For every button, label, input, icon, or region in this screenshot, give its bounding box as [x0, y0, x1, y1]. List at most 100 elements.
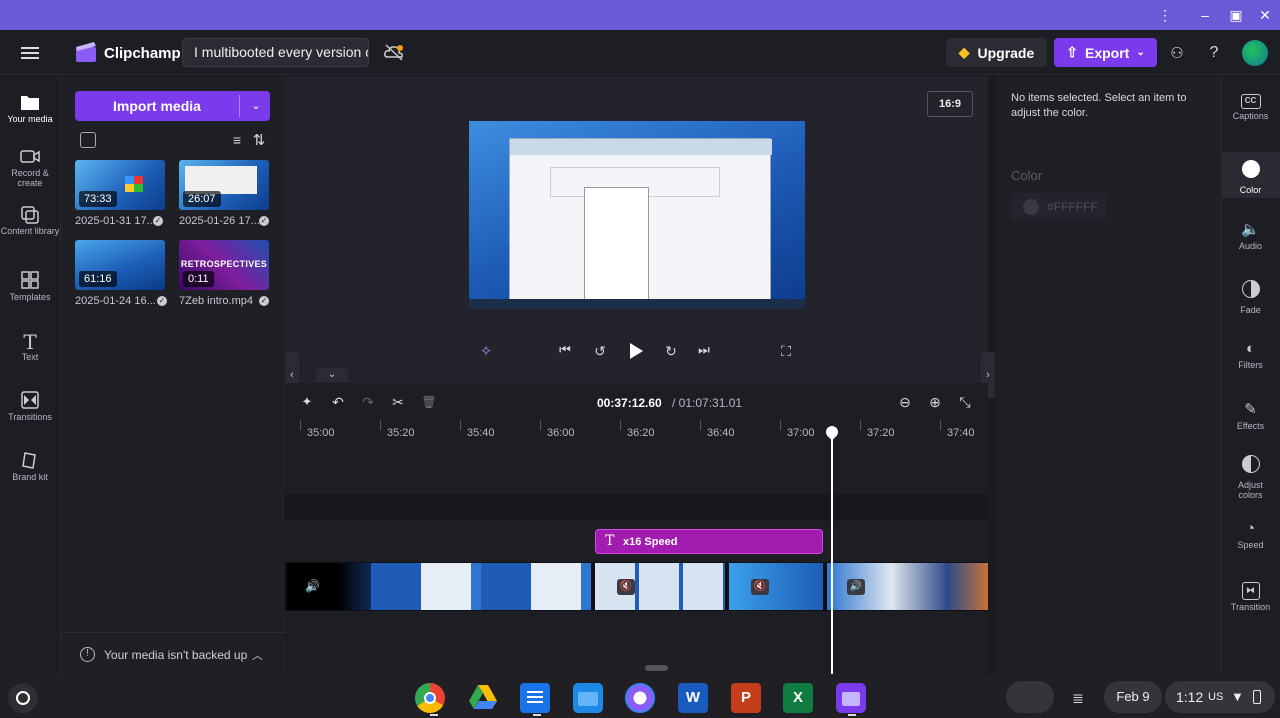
skip-back-icon[interactable]: ⏮	[556, 341, 574, 359]
clipchamp-logo-icon	[74, 40, 98, 64]
fit-timeline-icon[interactable]: ⤡	[956, 393, 974, 411]
clipchamp-taskbar-glyph	[842, 692, 860, 706]
minimize-icon[interactable]: –	[1196, 6, 1214, 24]
nav-filters[interactable]: ◐ Filters	[1221, 340, 1280, 370]
nav-speed[interactable]: ◔ Speed	[1221, 520, 1280, 550]
nav-record-create[interactable]: Record & create	[0, 142, 60, 200]
text-clip[interactable]: T x16 Speed	[595, 529, 823, 554]
powerpoint-icon[interactable]: P	[731, 683, 761, 713]
media-thumbnail[interactable]: 61:16	[75, 240, 165, 290]
duration-badge: 73:33	[79, 191, 117, 207]
transition-icon: ⧓	[1241, 582, 1260, 600]
fullscreen-icon[interactable]: ⛶	[776, 341, 796, 361]
project-title-input[interactable]: I multibooted every version of Windows	[182, 38, 369, 67]
magic-camera-icon[interactable]: ✧	[475, 340, 497, 362]
collapse-preview-icon[interactable]: ⌄	[316, 368, 348, 382]
ai-magic-icon[interactable]: ✦	[298, 393, 316, 411]
video-preview[interactable]	[469, 121, 805, 309]
forward-5-icon[interactable]: ↻	[661, 341, 681, 361]
delete-icon[interactable]: 🗑	[420, 393, 438, 411]
playlist-icon[interactable]: ≣	[1066, 687, 1090, 709]
volume-icon[interactable]: 🔊	[847, 579, 865, 595]
video-clip[interactable]: 🔇	[595, 563, 725, 610]
nav-label: Brand kit	[12, 472, 48, 482]
media-thumbnail[interactable]: 26:07	[179, 160, 269, 210]
ruler-label: 36:40	[707, 427, 735, 439]
more-options-icon[interactable]: ⋮	[1156, 6, 1174, 24]
nav-fade[interactable]: Fade	[1221, 280, 1280, 315]
split-scissors-icon[interactable]: ✂	[389, 393, 407, 411]
media-name: 2025-01-24 16...	[75, 295, 156, 307]
ruler-label: 35:00	[307, 427, 335, 439]
video-clip[interactable]: 🔊	[287, 563, 371, 610]
video-clip[interactable]	[371, 563, 591, 610]
word-icon[interactable]: W	[678, 683, 708, 713]
upgrade-button[interactable]: ◆ Upgrade	[946, 38, 1047, 67]
date-button[interactable]: Feb 9	[1104, 681, 1162, 713]
avatar[interactable]	[1242, 40, 1268, 66]
filter-icon[interactable]: ≡	[228, 131, 246, 149]
undo-icon[interactable]: ↶	[329, 393, 347, 411]
docs-lines	[527, 691, 543, 693]
play-icon[interactable]	[625, 340, 647, 362]
excel-icon[interactable]: X	[783, 683, 813, 713]
drive-icon[interactable]	[468, 683, 498, 713]
ruler-tick	[700, 420, 701, 430]
zoom-in-icon[interactable]: ⊕	[926, 393, 944, 411]
nav-brand-kit[interactable]: Brand kit	[0, 446, 60, 504]
launcher-button[interactable]	[8, 683, 38, 713]
color-field[interactable]: #FFFFFF	[1011, 193, 1106, 220]
playhead[interactable]	[831, 432, 833, 674]
docs-icon[interactable]	[520, 683, 550, 713]
check-icon: ✓	[259, 216, 269, 226]
mute-icon[interactable]: 🔇	[751, 579, 769, 595]
skip-forward-icon[interactable]: ⏭	[695, 341, 713, 359]
status-tray[interactable]: 1:12 US ▼	[1165, 681, 1275, 713]
photos-icon[interactable]	[625, 683, 655, 713]
files-icon[interactable]	[573, 683, 603, 713]
hamburger-menu-icon[interactable]	[18, 42, 42, 64]
rewind-5-icon[interactable]: ↺	[590, 341, 610, 361]
magic-wand-icon: ✎	[1244, 401, 1257, 418]
nav-templates[interactable]: Templates	[0, 266, 60, 324]
restore-icon[interactable]: ▣	[1227, 6, 1245, 24]
nav-transition[interactable]: ⧓ Transition	[1221, 580, 1280, 612]
clipchamp-taskbar-icon[interactable]	[836, 683, 866, 713]
nav-text[interactable]: T Text	[0, 326, 60, 384]
media-thumbnail[interactable]: RETROSPECTIVES 0:11	[179, 240, 269, 290]
volume-icon[interactable]: 🔊	[305, 579, 320, 593]
select-all-checkbox[interactable]	[80, 132, 96, 148]
color-swatch	[1023, 199, 1039, 215]
mute-icon[interactable]: 🔇	[617, 579, 635, 595]
nav-transitions[interactable]: Transitions	[0, 386, 60, 444]
help-icon[interactable]: ?	[1203, 42, 1225, 64]
close-icon[interactable]: ✕	[1256, 6, 1274, 24]
timeline-resize-handle[interactable]	[645, 665, 668, 671]
nav-audio[interactable]: 🔈 Audio	[1221, 220, 1280, 251]
nav-content-library[interactable]: Content library	[0, 200, 60, 258]
tray-screenshot-preview[interactable]	[1006, 681, 1054, 713]
media-thumbnail[interactable]: 73:33	[75, 160, 165, 210]
chevron-up-icon[interactable]: ︿	[252, 647, 263, 663]
aspect-ratio-button[interactable]: 16:9	[927, 91, 973, 117]
chrome-icon[interactable]	[415, 683, 445, 713]
templates-icon	[0, 270, 60, 292]
nav-captions[interactable]: CC Captions	[1221, 90, 1280, 121]
ruler-tick	[620, 420, 621, 430]
import-media-button[interactable]: Import media ⌄	[75, 91, 270, 121]
import-dropdown-chevron-icon[interactable]: ⌄	[245, 91, 267, 121]
export-button[interactable]: ⇧ Export ⌄	[1054, 38, 1157, 67]
redo-icon[interactable]: ↷	[359, 393, 377, 411]
video-clip[interactable]: 🔇	[729, 563, 823, 610]
nav-color[interactable]: Color	[1221, 160, 1280, 195]
video-clip[interactable]: 🔊	[827, 563, 988, 610]
nav-adjust-colors[interactable]: Adjust colors	[1221, 455, 1280, 500]
nav-effects[interactable]: ✎ Effects	[1221, 400, 1280, 431]
share-users-icon[interactable]: ⚇	[1166, 42, 1188, 64]
sort-icon[interactable]: ⇅	[249, 130, 269, 150]
nav-your-media[interactable]: Your media	[0, 88, 60, 146]
zoom-out-icon[interactable]: ⊖	[896, 393, 914, 411]
nav-label: Color	[1239, 185, 1262, 195]
thumbnail-overlay-text: RETROSPECTIVES	[180, 259, 268, 269]
cloud-sync-off-icon[interactable]	[382, 41, 406, 63]
